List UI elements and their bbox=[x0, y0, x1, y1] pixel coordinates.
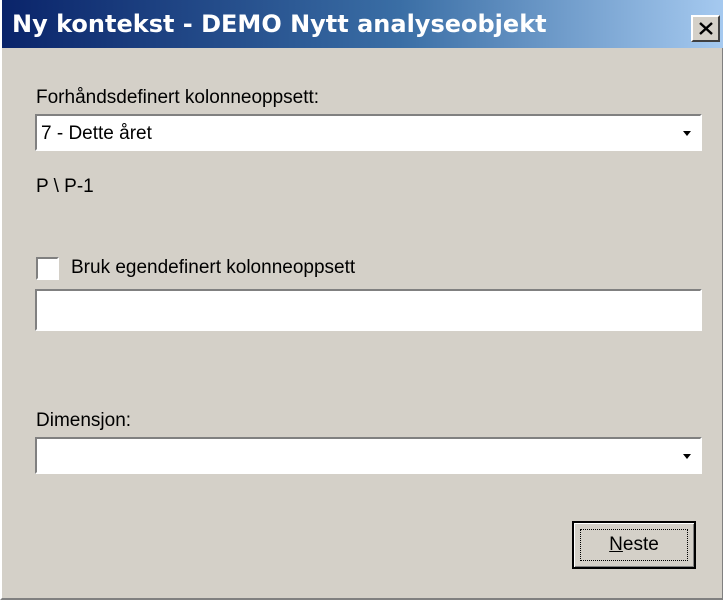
chevron-down-icon bbox=[682, 124, 692, 142]
custom-setup-checkbox[interactable] bbox=[36, 257, 59, 280]
title-bar[interactable]: Ny kontekst - DEMO Nytt analyseobjekt bbox=[2, 0, 723, 48]
next-button-mnemonic: N bbox=[609, 534, 623, 555]
window-title: Ny kontekst - DEMO Nytt analyseobjekt bbox=[12, 10, 547, 38]
custom-setup-input[interactable] bbox=[35, 289, 702, 331]
column-formula-text: P \ P-1 bbox=[36, 176, 94, 197]
dimension-label: Dimensjon: bbox=[36, 410, 132, 431]
dialog-window: Ny kontekst - DEMO Nytt analyseobjekt Fo… bbox=[0, 0, 723, 600]
column-setup-value: 7 - Dette året bbox=[41, 123, 152, 144]
next-button[interactable]: Neste bbox=[572, 521, 696, 569]
column-setup-dropdown-button[interactable] bbox=[673, 116, 700, 149]
column-setup-dropdown[interactable]: 7 - Dette året bbox=[35, 114, 702, 151]
custom-setup-label[interactable]: Bruk egendefinert kolonneoppsett bbox=[71, 257, 355, 279]
dimension-dropdown[interactable] bbox=[35, 437, 702, 474]
next-button-label: Neste bbox=[609, 534, 659, 556]
column-setup-label: Forhåndsdefinert kolonneoppsett: bbox=[36, 87, 320, 108]
chevron-down-icon bbox=[682, 447, 692, 465]
next-button-label-rest: este bbox=[622, 534, 659, 555]
close-icon bbox=[698, 22, 713, 35]
close-button[interactable] bbox=[691, 15, 720, 42]
dimension-dropdown-button[interactable] bbox=[673, 439, 700, 472]
